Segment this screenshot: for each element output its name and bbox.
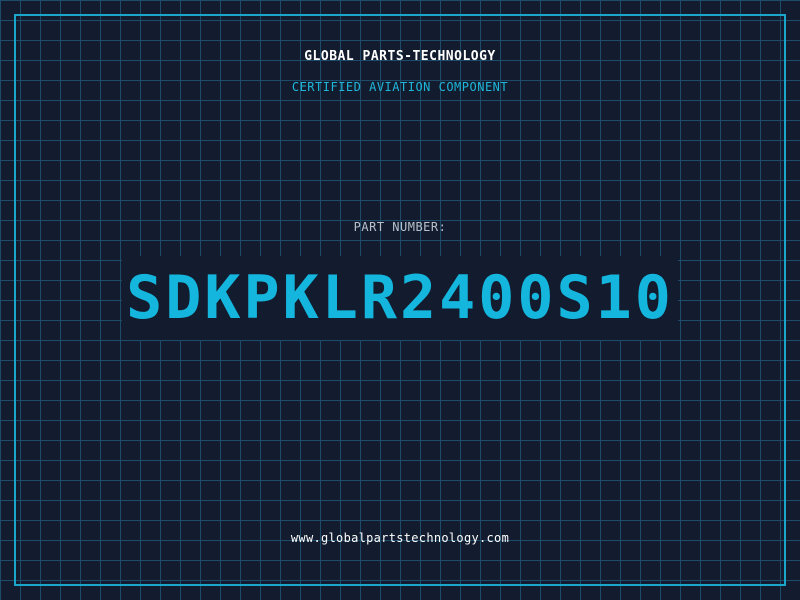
- part-number-value: SDKPKLR2400S10: [122, 256, 678, 340]
- part-number-display: SDKPKLR2400S10: [0, 256, 800, 340]
- certification-tagline: CERTIFIED AVIATION COMPONENT: [291, 80, 509, 94]
- part-label-card: GLOBAL PARTS-TECHNOLOGY CERTIFIED AVIATI…: [0, 0, 800, 600]
- website-url: www.globalpartstechnology.com: [290, 531, 510, 545]
- part-number-label: PART NUMBER:: [353, 220, 447, 234]
- company-name: GLOBAL PARTS-TECHNOLOGY: [304, 49, 496, 64]
